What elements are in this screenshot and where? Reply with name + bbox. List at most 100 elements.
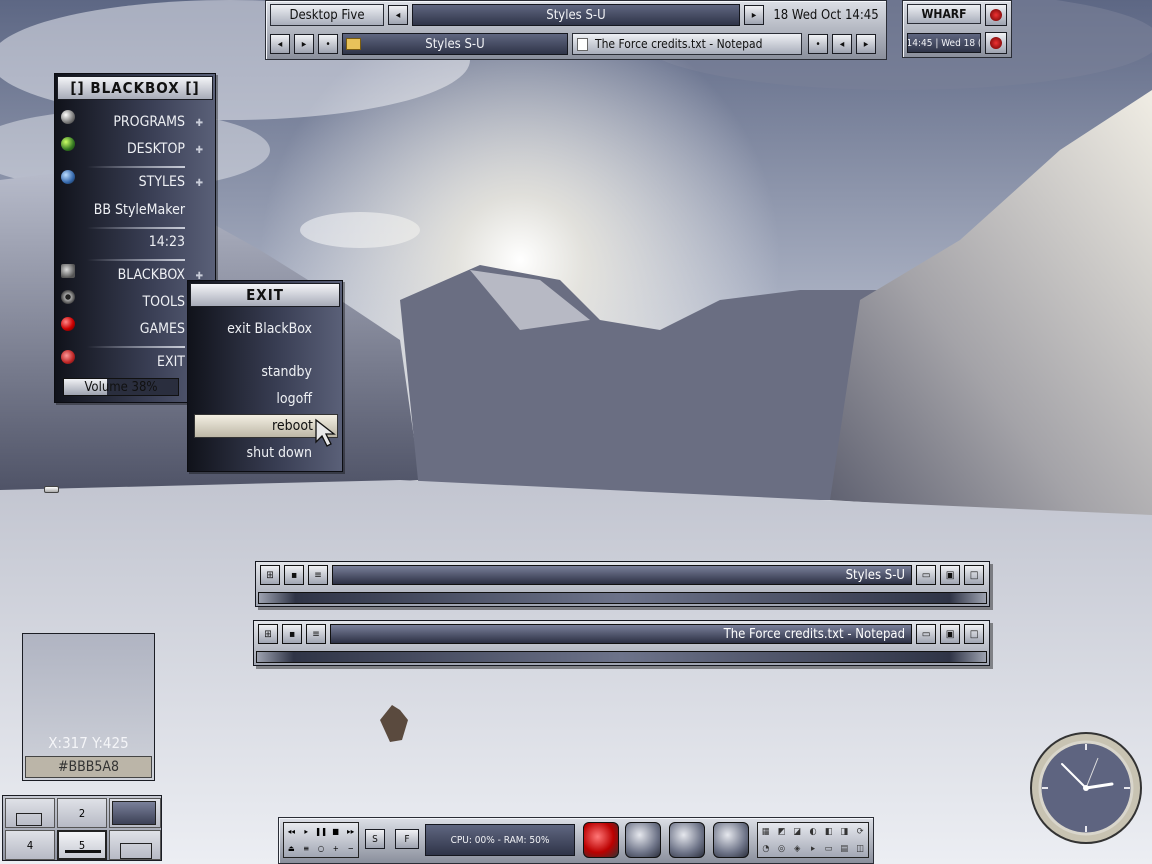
pager-desk-5[interactable]: 5	[57, 830, 107, 860]
window-sticky-button[interactable]: ▪	[284, 565, 304, 585]
playlist-icon[interactable]: ≡	[303, 844, 309, 853]
menu-item-blackbox[interactable]: BLACKBOX	[118, 267, 185, 283]
task-prev-button[interactable]: ◂	[270, 34, 290, 54]
window-sticky-button[interactable]: ▪	[282, 624, 302, 644]
menu-item-shutdown[interactable]: shut down	[247, 445, 312, 461]
task-next-button[interactable]: ▸	[294, 34, 314, 54]
tools-icon	[61, 290, 75, 304]
mouse-cursor-icon	[315, 418, 336, 447]
tray-app-icon[interactable]: ▸	[811, 844, 815, 854]
window-menu-button[interactable]: ⊞	[258, 624, 278, 644]
analog-clock	[1030, 732, 1142, 844]
window-minimize-button[interactable]: ▭	[916, 624, 936, 644]
menu-item-exit-blackbox[interactable]: exit BlackBox	[227, 321, 312, 337]
menu-item-games[interactable]: GAMES	[140, 321, 185, 337]
wharf-record-button-2[interactable]	[985, 32, 1007, 54]
pager-desk-6[interactable]	[109, 830, 161, 860]
volume-down-icon[interactable]: −	[348, 844, 354, 853]
volume-slider[interactable]: Volume 38%	[63, 378, 179, 396]
menu-item-standby[interactable]: standby	[261, 364, 312, 380]
task-styles-label: Styles S-U	[425, 36, 485, 52]
menu-item-programs[interactable]: PROGRAMS	[113, 114, 185, 130]
task-notepad[interactable]: The Force credits.txt - Notepad	[572, 33, 802, 55]
window-next-button[interactable]: ▸	[744, 5, 764, 25]
disc-icon[interactable]	[713, 822, 749, 858]
tray-app-icon[interactable]: ◪	[793, 827, 801, 837]
tray-app-icon[interactable]: ▭	[825, 844, 833, 854]
wharf-record-button[interactable]	[985, 4, 1007, 26]
pager-desk-2-label: 2	[78, 806, 86, 820]
window-rollup-button[interactable]: ≡	[306, 624, 326, 644]
window-minimize-button[interactable]: ▭	[916, 565, 936, 585]
volume-label: Volume 38%	[84, 379, 158, 395]
window-close-button[interactable]: □	[964, 624, 984, 644]
pager-desk-1[interactable]	[5, 798, 55, 828]
window-rollup-button[interactable]: ≡	[308, 565, 328, 585]
menu-item-logoff[interactable]: logoff	[276, 391, 312, 407]
play-icon[interactable]: ▸	[304, 827, 308, 836]
window-handle[interactable]	[256, 651, 987, 663]
color-picker: X:317 Y:425 #BBB5A8	[22, 633, 155, 781]
exit-menu-title: EXIT	[190, 283, 340, 307]
desktop-drive-icon[interactable]	[44, 486, 59, 493]
menu-item-reboot: reboot	[272, 418, 313, 434]
record-icon[interactable]	[583, 822, 619, 858]
slit-f-button[interactable]: F	[395, 829, 419, 849]
volume-up-icon[interactable]: +	[333, 844, 339, 853]
menu-item-exit[interactable]: EXIT	[157, 354, 185, 370]
workspace-label[interactable]: Desktop Five	[270, 4, 384, 26]
window-maximize-button[interactable]: ▣	[940, 565, 960, 585]
menu-item-desktop[interactable]: DESKTOP	[127, 141, 185, 157]
forward-icon[interactable]: ▸▸	[347, 827, 354, 836]
search-icon[interactable]	[669, 822, 705, 858]
menu-item-stylemaker[interactable]: BB StyleMaker	[94, 202, 185, 218]
menu-item-styles[interactable]: STYLES	[139, 174, 185, 190]
tray-sync-icon[interactable]: ⟳	[857, 827, 864, 837]
window-title[interactable]: The Force credits.txt - Notepad	[330, 624, 912, 644]
tray-app-icon[interactable]: ▤	[841, 844, 849, 854]
pager-desk-4-label: 4	[26, 838, 34, 852]
system-monitor: CPU: 00% - RAM: 50%	[425, 824, 575, 856]
record-icon	[990, 9, 1002, 21]
wharf-title[interactable]: WHARF	[907, 4, 981, 24]
repeat-icon[interactable]: ○	[318, 844, 324, 853]
task-notepad-label: The Force credits.txt - Notepad	[595, 37, 763, 51]
task-styles[interactable]: Styles S-U	[342, 33, 568, 55]
window-styles: ⊞ ▪ ≡ Styles S-U ▭ ▣ □	[255, 561, 990, 607]
tray-app-icon[interactable]: ◨	[841, 827, 849, 837]
tray-app-icon[interactable]: ◎	[778, 844, 785, 854]
pager-desk-3[interactable]	[109, 798, 161, 828]
submenu-arrow-icon: ✚	[195, 118, 203, 129]
task-left-button[interactable]: ◂	[832, 34, 852, 54]
stop-icon[interactable]: ■	[332, 827, 339, 836]
pager-desk-2[interactable]: 2	[57, 798, 107, 828]
menu-item-tools[interactable]: TOOLS	[142, 294, 185, 310]
task-toggle-button[interactable]: •	[318, 34, 338, 54]
window-menu-button[interactable]: ⊞	[260, 565, 280, 585]
task-menu-button[interactable]: •	[808, 34, 828, 54]
eject-icon[interactable]: ⏏	[288, 844, 295, 853]
workspace-prev-button[interactable]: ◂	[388, 5, 408, 25]
rewind-icon[interactable]: ◂◂	[288, 827, 295, 836]
tray-network-icon[interactable]: ▦	[762, 827, 770, 837]
tray-app-icon[interactable]: ◩	[778, 827, 786, 837]
window-handle[interactable]	[258, 592, 987, 604]
tray-app-icon[interactable]: ◔	[762, 844, 769, 854]
tray-app-icon[interactable]: ◧	[825, 827, 833, 837]
window-title-label[interactable]: Styles S-U	[412, 4, 740, 26]
games-icon	[61, 317, 75, 331]
submenu-arrow-icon: ✚	[195, 178, 203, 189]
speaker-icon[interactable]	[625, 822, 661, 858]
tray-app-icon[interactable]: ◫	[856, 844, 864, 854]
window-close-button[interactable]: □	[964, 565, 984, 585]
window-title[interactable]: Styles S-U	[332, 565, 912, 585]
task-right-button[interactable]: ▸	[856, 34, 876, 54]
pager-desk-4[interactable]: 4	[5, 830, 55, 860]
tray-app-icon[interactable]: ◐	[809, 827, 816, 837]
window-maximize-button[interactable]: ▣	[940, 624, 960, 644]
pause-icon[interactable]: ❚❚	[315, 827, 327, 836]
desktop-icon	[61, 137, 75, 151]
pager: 2 4 5	[2, 795, 162, 861]
tray-app-icon[interactable]: ◈	[794, 844, 800, 854]
slit-s-button[interactable]: S	[365, 829, 385, 849]
